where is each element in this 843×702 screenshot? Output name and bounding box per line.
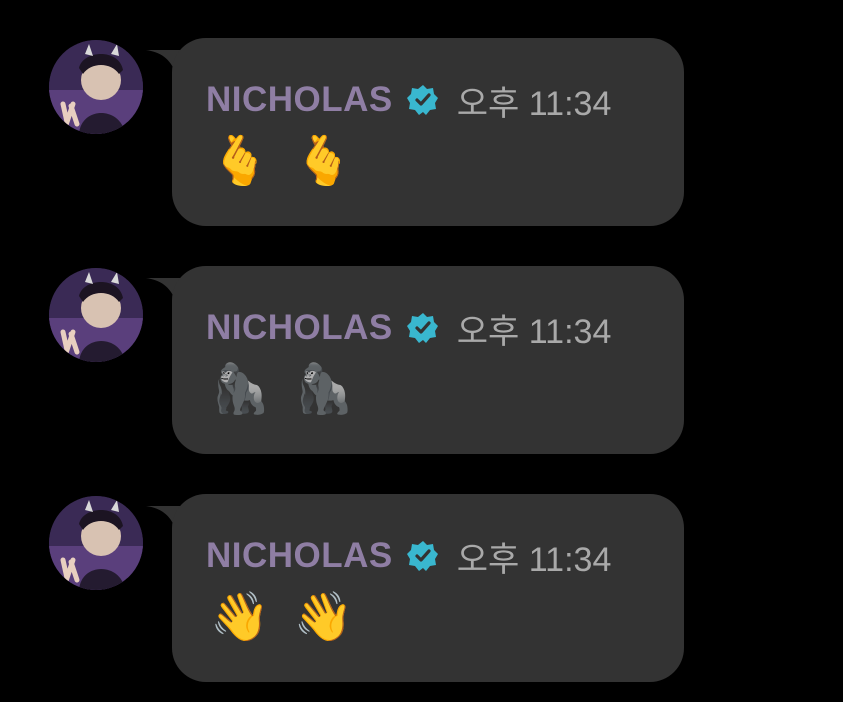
sender-name[interactable]: NICHOLAS	[206, 308, 393, 348]
timestamp: 오후 11:34	[456, 540, 612, 579]
chat-message[interactable]: NICHOLAS 오후 11:34 👋 👋	[0, 456, 843, 682]
timestamp: 오후 11:34	[456, 84, 612, 123]
chat-message[interactable]: NICHOLAS 오후 11:34 🫰 🫰	[0, 0, 843, 226]
verified-badge-icon	[406, 313, 438, 343]
chat-message[interactable]: NICHOLAS 오후 11:34 🦍 🦍	[0, 228, 843, 454]
finger-heart-emoji: 🫰	[293, 135, 354, 188]
bigfoot-emoji: 🦍	[210, 363, 270, 416]
message-body: 🫰 🫰	[210, 130, 354, 194]
sender-name[interactable]: NICHOLAS	[206, 536, 393, 576]
avatar-photo	[49, 268, 143, 362]
waving-hand-emoji: 👋	[293, 591, 354, 644]
avatar-photo	[49, 40, 143, 134]
avatar[interactable]	[49, 268, 143, 362]
avatar-photo	[49, 496, 143, 590]
sender-name[interactable]: NICHOLAS	[206, 80, 393, 120]
avatar[interactable]	[49, 40, 143, 134]
bigfoot-emoji: 🦍	[293, 363, 354, 416]
message-body: 🦍 🦍	[210, 358, 354, 422]
verified-badge-icon	[406, 541, 438, 571]
timestamp: 오후 11:34	[456, 312, 612, 351]
message-body: 👋 👋	[210, 586, 354, 650]
finger-heart-emoji: 🫰	[210, 135, 270, 188]
message-header: NICHOLAS 오후 11:34	[206, 306, 612, 351]
message-header: NICHOLAS 오후 11:34	[206, 78, 612, 123]
waving-hand-emoji: 👋	[210, 591, 270, 644]
avatar[interactable]	[49, 496, 143, 590]
message-header: NICHOLAS 오후 11:34	[206, 534, 612, 579]
verified-badge-icon	[406, 85, 438, 115]
